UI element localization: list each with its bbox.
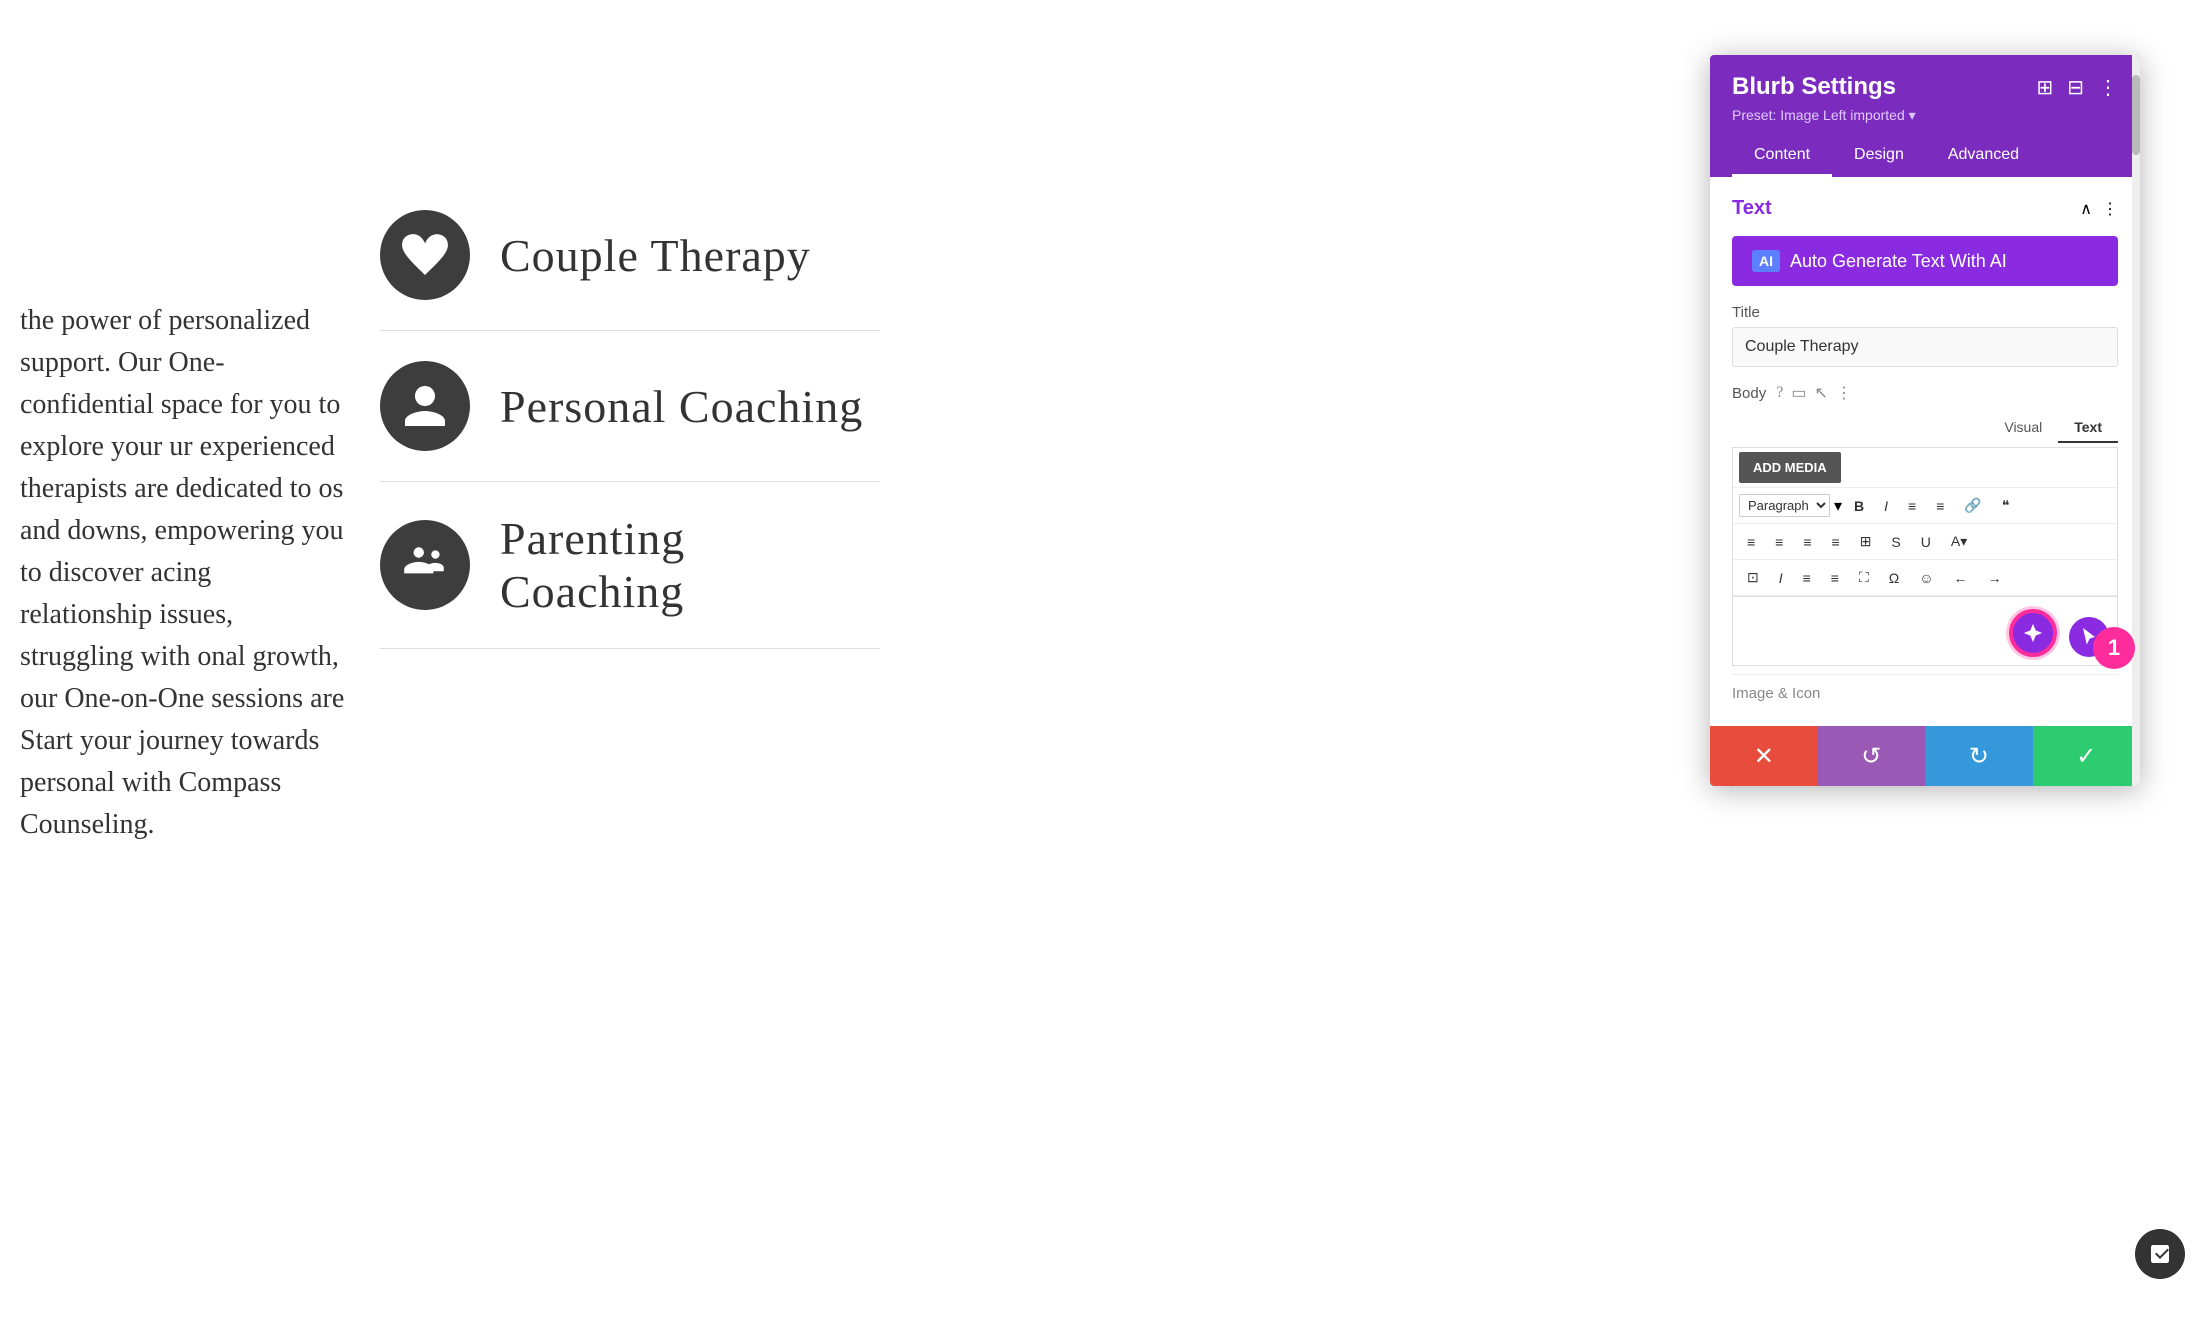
- toolbar-fullscreen[interactable]: ⛶: [1851, 564, 1877, 591]
- section-collapse-icon[interactable]: ∧: [2080, 199, 2092, 219]
- panel-icon-split[interactable]: ⊟: [2067, 75, 2084, 100]
- toolbar-text-color[interactable]: A▾: [1943, 528, 1975, 555]
- body-icons: ? ▭ ↖ ⋮: [1776, 383, 1852, 403]
- panel-body: Text ∧ ⋮ AI Auto Generate Text With AI T…: [1710, 177, 2140, 726]
- toolbar-align-left[interactable]: ≡: [1739, 529, 1763, 555]
- title-input[interactable]: [1732, 327, 2118, 367]
- toolbar-select-arrow: ▾: [1834, 496, 1842, 516]
- toolbar-link[interactable]: 🔗: [1956, 492, 1989, 519]
- toolbar-align-right[interactable]: ≡: [1795, 529, 1819, 555]
- heart-icon: [400, 230, 450, 280]
- editor-content[interactable]: 1: [1732, 596, 2118, 666]
- badge-number: 1: [2108, 635, 2120, 661]
- services-list: Couple Therapy Personal Coaching Parenti…: [380, 180, 880, 649]
- toolbar-italic2[interactable]: I: [1771, 565, 1791, 591]
- image-icon-label: Image & Icon: [1732, 685, 1820, 702]
- scrollbar-thumb: [2132, 75, 2140, 155]
- ai-icon: [2022, 622, 2044, 644]
- image-icon-section: Image & Icon: [1732, 674, 2118, 706]
- toolbar-ol[interactable]: ≡: [1928, 493, 1952, 519]
- toolbar-table[interactable]: ⊞: [1852, 528, 1880, 555]
- toolbar-strikethrough[interactable]: S: [1883, 529, 1908, 555]
- ai-generate-button[interactable]: AI Auto Generate Text With AI: [1732, 236, 2118, 286]
- toolbar-ul[interactable]: ≡: [1900, 493, 1924, 519]
- body-cursor-icon[interactable]: ↖: [1814, 383, 1827, 403]
- panel-icon-fullscreen[interactable]: ⊞: [2036, 75, 2053, 100]
- parenting-coaching-label: Parenting Coaching: [500, 512, 880, 618]
- editor-tab-visual[interactable]: Visual: [1988, 413, 2058, 443]
- person-icon: [400, 381, 450, 431]
- panel-header-icons: ⊞ ⊟ ⋮: [2036, 75, 2118, 100]
- couple-therapy-label: Couple Therapy: [500, 229, 811, 282]
- body-row: Body ? ▭ ↖ ⋮: [1732, 383, 2118, 403]
- editor-toolbar: ADD MEDIA Paragraph ▾ B I ≡ ≡ 🔗 ❝ ≡ ≡ ≡ …: [1732, 447, 2118, 596]
- toolbar-redo[interactable]: →: [1980, 565, 2010, 591]
- toolbar-quote[interactable]: ❝: [1994, 492, 2018, 519]
- service-item-parenting-coaching: Parenting Coaching: [380, 482, 880, 649]
- toolbar-indent[interactable]: ≡: [1795, 565, 1819, 591]
- panel-header-top: Blurb Settings ⊞ ⊟ ⋮: [1732, 73, 2118, 101]
- scrollbar[interactable]: [2132, 55, 2140, 786]
- text-section-header: Text ∧ ⋮: [1732, 197, 2118, 220]
- ai-cursor-button[interactable]: [2009, 609, 2057, 657]
- left-text-content: the power of personalized support. Our O…: [0, 280, 370, 866]
- toolbar-row-3: ≡ ≡ ≡ ≡ ⊞ S U A▾: [1733, 524, 2117, 560]
- toolbar-outdent[interactable]: ≡: [1823, 565, 1847, 591]
- panel-header: Blurb Settings ⊞ ⊟ ⋮ Preset: Image Left …: [1710, 55, 2140, 177]
- panel-preset[interactable]: Preset: Image Left imported ▾: [1732, 107, 2118, 124]
- confirm-button[interactable]: ✓: [2033, 726, 2141, 786]
- panel-tabs: Content Design Advanced: [1732, 136, 2118, 177]
- personal-coaching-icon: [380, 361, 470, 451]
- toolbar-italic[interactable]: I: [1876, 493, 1896, 519]
- undo-button[interactable]: ↺: [1818, 726, 1926, 786]
- toolbar-row-1: ADD MEDIA: [1733, 448, 2117, 488]
- ai-badge: AI: [1752, 250, 1780, 272]
- add-media-button[interactable]: ADD MEDIA: [1739, 452, 1841, 483]
- body-mobile-icon[interactable]: ▭: [1791, 383, 1806, 403]
- panel-title: Blurb Settings: [1732, 73, 1896, 101]
- body-label: Body: [1732, 385, 1766, 402]
- tab-design[interactable]: Design: [1832, 136, 1926, 177]
- tool-icon: [2148, 1242, 2172, 1266]
- left-paragraph: the power of personalized support. Our O…: [20, 305, 344, 840]
- parenting-coaching-icon: [380, 520, 470, 610]
- cancel-button[interactable]: ✕: [1710, 726, 1818, 786]
- title-label: Title: [1732, 304, 2118, 321]
- toolbar-bold[interactable]: B: [1846, 493, 1872, 519]
- ai-generate-label: Auto Generate Text With AI: [1790, 251, 2007, 272]
- editor-content-area: 1: [1732, 596, 2118, 666]
- toolbar-row-4: ⊡ I ≡ ≡ ⛶ Ω ☺ ← →: [1733, 560, 2117, 596]
- section-header-icons: ∧ ⋮: [2080, 199, 2118, 219]
- redo-button[interactable]: ↻: [1925, 726, 2033, 786]
- toolbar-underline[interactable]: U: [1913, 529, 1939, 555]
- editor-tab-text[interactable]: Text: [2058, 413, 2118, 443]
- section-more-icon[interactable]: ⋮: [2102, 199, 2118, 219]
- panel-icon-more[interactable]: ⋮: [2098, 75, 2118, 100]
- service-item-personal-coaching: Personal Coaching: [380, 331, 880, 482]
- corner-tool-icon[interactable]: [2135, 1229, 2185, 1279]
- service-item-couple-therapy: Couple Therapy: [380, 180, 880, 331]
- tab-advanced[interactable]: Advanced: [1926, 136, 2041, 177]
- toolbar-align-center[interactable]: ≡: [1767, 529, 1791, 555]
- toolbar-paste[interactable]: ⊡: [1739, 564, 1767, 591]
- toolbar-special-char[interactable]: Ω: [1881, 565, 1907, 591]
- tab-content[interactable]: Content: [1732, 136, 1832, 177]
- blurb-settings-panel: Blurb Settings ⊞ ⊟ ⋮ Preset: Image Left …: [1710, 55, 2140, 786]
- body-help-icon[interactable]: ?: [1776, 384, 1783, 402]
- family-icon: [400, 540, 450, 590]
- toolbar-row-2: Paragraph ▾ B I ≡ ≡ 🔗 ❝: [1733, 488, 2117, 524]
- toolbar-undo[interactable]: ←: [1946, 565, 1976, 591]
- toolbar-emoji[interactable]: ☺: [1911, 565, 1941, 591]
- couple-therapy-icon: [380, 210, 470, 300]
- panel-footer: ✕ ↺ ↻ ✓: [1710, 726, 2140, 786]
- toolbar-align-justify[interactable]: ≡: [1824, 529, 1848, 555]
- paragraph-select[interactable]: Paragraph: [1739, 494, 1830, 517]
- text-section-title: Text: [1732, 197, 1772, 220]
- step-badge: 1: [2093, 627, 2135, 669]
- personal-coaching-label: Personal Coaching: [500, 380, 863, 433]
- preset-label: Preset: Image Left imported: [1732, 107, 1905, 123]
- body-more-icon[interactable]: ⋮: [1836, 383, 1852, 403]
